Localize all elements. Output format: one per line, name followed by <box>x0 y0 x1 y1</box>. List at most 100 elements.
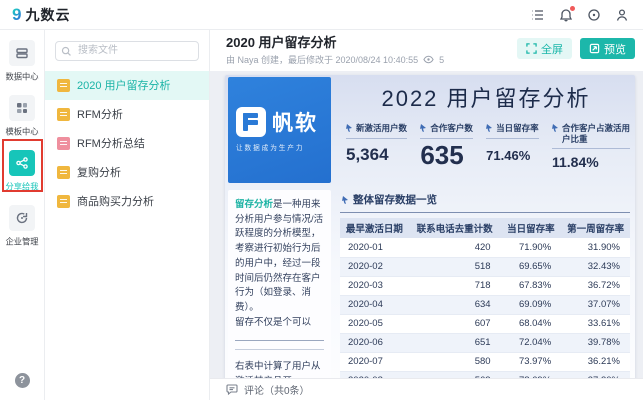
file-doc-icon <box>57 166 70 179</box>
fanruan-logo-icon <box>236 107 266 137</box>
table-section-title: 整体留存数据一览 <box>353 192 437 207</box>
file-item-rfm-summary[interactable]: RFM分析总结 <box>45 129 209 158</box>
table-cell: 718 <box>409 276 501 295</box>
file-doc-icon <box>57 195 70 208</box>
table-cell: 78.69% <box>501 371 562 378</box>
brand-slogan: 让数据成为生产力 <box>236 143 319 153</box>
page-title: 2020 用户留存分析 <box>226 35 444 51</box>
preview-icon <box>589 43 600 54</box>
search-icon <box>61 44 72 55</box>
description-text: 是一种用来分析用户参与情况/活跃程度的分析模型，考察进行初始行为后的用户中，经过… <box>235 199 323 313</box>
table-cell: 580 <box>409 352 501 371</box>
view-count-icon <box>423 55 434 64</box>
table-cell: 67.83% <box>501 276 562 295</box>
sidebar-item-shared-with-me[interactable]: 分享给我 <box>0 150 44 205</box>
kpi-partner-ratio: 合作客户占激活用户比重 11.84% <box>552 123 630 171</box>
section-marker-icon <box>342 196 349 204</box>
changelog-icon[interactable] <box>531 8 545 22</box>
table-row: 2020-0142071.90%31.90% <box>340 238 630 257</box>
table-header-cell: 当日留存率 <box>501 218 562 238</box>
table-cell: 68.04% <box>501 314 562 333</box>
table-cell: 518 <box>409 257 501 276</box>
table-cell: 563 <box>409 371 501 378</box>
table-cell: 69.65% <box>501 257 562 276</box>
brand-name: 帆软 <box>272 107 318 137</box>
fullscreen-icon <box>526 43 537 54</box>
file-item-purchasing-power[interactable]: 商品购买力分析 <box>45 187 209 216</box>
kpi-value: 71.46% <box>486 148 539 163</box>
table-cell: 2020-03 <box>340 276 409 295</box>
left-rail: 数据中心 模板中心 分享给我 企业管理 ? <box>0 30 45 400</box>
table-cell: 69.09% <box>501 295 562 314</box>
notification-badge <box>570 6 575 11</box>
table-cell: 71.90% <box>501 238 562 257</box>
preview-label: 预览 <box>604 41 626 57</box>
file-item-label: 商品购买力分析 <box>77 193 154 209</box>
user-icon[interactable] <box>615 8 629 22</box>
file-item-label: 复购分析 <box>77 164 121 180</box>
search-box <box>55 40 199 61</box>
fullscreen-button[interactable]: 全屏 <box>517 38 572 59</box>
retention-table: 最早激活日期 联系电话去重计数 当日留存率 第一周留存率 2020-014207… <box>340 218 630 378</box>
file-item-label: RFM分析 <box>77 106 123 122</box>
table-row: 2020-0371867.83%36.72% <box>340 276 630 295</box>
table-section-header: 整体留存数据一览 <box>340 190 630 213</box>
table-header-row: 最早激活日期 联系电话去重计数 当日留存率 第一周留存率 <box>340 218 630 238</box>
support-icon[interactable] <box>587 8 601 22</box>
file-item-repurchase[interactable]: 复购分析 <box>45 158 209 187</box>
kpi-marker-icon <box>486 124 493 132</box>
dashboard-preview: 帆软 让数据成为生产力 2022 用户留存分析 新激活用户数 5,364 <box>225 75 635 378</box>
table-row: 2020-0463469.09%37.07% <box>340 295 630 314</box>
dashboard-canvas[interactable]: 帆软 让数据成为生产力 2022 用户留存分析 新激活用户数 5,364 <box>210 71 643 378</box>
kpi-new-active-users: 新激活用户数 5,364 <box>346 123 407 171</box>
table-header-cell: 最早激活日期 <box>340 218 409 238</box>
sidebar-item-template-center[interactable]: 模板中心 <box>0 95 44 150</box>
dashboard-title: 2022 用户留存分析 <box>340 81 632 113</box>
kpi-marker-icon <box>552 124 559 132</box>
view-count: 5 <box>439 55 444 65</box>
kpi-row: 新激活用户数 5,364 合作客户数 635 当日留存率 71.46% <box>340 113 632 171</box>
file-item-label: RFM分析总结 <box>77 135 145 151</box>
table-row: 2020-0856378.69%37.30% <box>340 371 630 378</box>
kpi-marker-icon <box>420 124 427 132</box>
table-row: 2020-0758073.97%36.21% <box>340 352 630 371</box>
table-row: 2020-0560768.04%33.61% <box>340 314 630 333</box>
preview-button[interactable]: 预览 <box>580 38 635 59</box>
notification-icon[interactable] <box>559 8 573 22</box>
table-cell: 2020-06 <box>340 333 409 352</box>
table-cell: 31.90% <box>561 238 630 257</box>
sidebar-item-data-center[interactable]: 数据中心 <box>0 40 44 95</box>
logo-text: 九数云 <box>25 5 70 25</box>
comments-bar[interactable]: 评论（共0条） <box>210 378 643 400</box>
table-cell: 33.61% <box>561 314 630 333</box>
main-area: 2020 用户留存分析 由 Naya 创建，最后修改于 2020/08/24 1… <box>210 30 643 400</box>
table-cell: 2020-07 <box>340 352 409 371</box>
table-cell: 37.30% <box>561 371 630 378</box>
kpi-value: 635 <box>420 140 473 171</box>
enterprise-icon <box>9 205 35 231</box>
kpi-value: 5,364 <box>346 145 407 165</box>
retention-table-zone: 整体留存数据一览 最早激活日期 联系电话去重计数 当日留存率 第一周留存率 <box>340 190 632 378</box>
help-button[interactable]: ? <box>0 373 44 388</box>
table-cell: 2020-02 <box>340 257 409 276</box>
file-doc-icon <box>57 137 70 150</box>
table-cell: 2020-08 <box>340 371 409 378</box>
document-meta: 由 Naya 创建，最后修改于 2020/08/24 10:40:55 5 <box>226 53 444 66</box>
table-header-cell: 联系电话去重计数 <box>409 218 501 238</box>
kpi-marker-icon <box>346 124 353 132</box>
table-cell: 32.43% <box>561 257 630 276</box>
document-header: 2020 用户留存分析 由 Naya 创建，最后修改于 2020/08/24 1… <box>210 30 643 71</box>
table-cell: 39.78% <box>561 333 630 352</box>
sidebar-item-enterprise[interactable]: 企业管理 <box>0 205 44 260</box>
table-cell: 2020-04 <box>340 295 409 314</box>
search-input[interactable] <box>55 41 199 61</box>
description-highlight: 留存分析 <box>235 199 273 210</box>
file-item-retention-2020[interactable]: 2020 用户留存分析 <box>45 71 209 100</box>
app-logo[interactable]: 9 九数云 <box>12 5 70 25</box>
table-cell: 37.07% <box>561 295 630 314</box>
description-line2: 留存不仅是个可以 <box>235 316 324 331</box>
table-cell: 36.21% <box>561 352 630 371</box>
topbar-icons <box>531 8 629 22</box>
brand-banner: 帆软 让数据成为生产力 <box>228 77 331 183</box>
file-item-rfm[interactable]: RFM分析 <box>45 100 209 129</box>
